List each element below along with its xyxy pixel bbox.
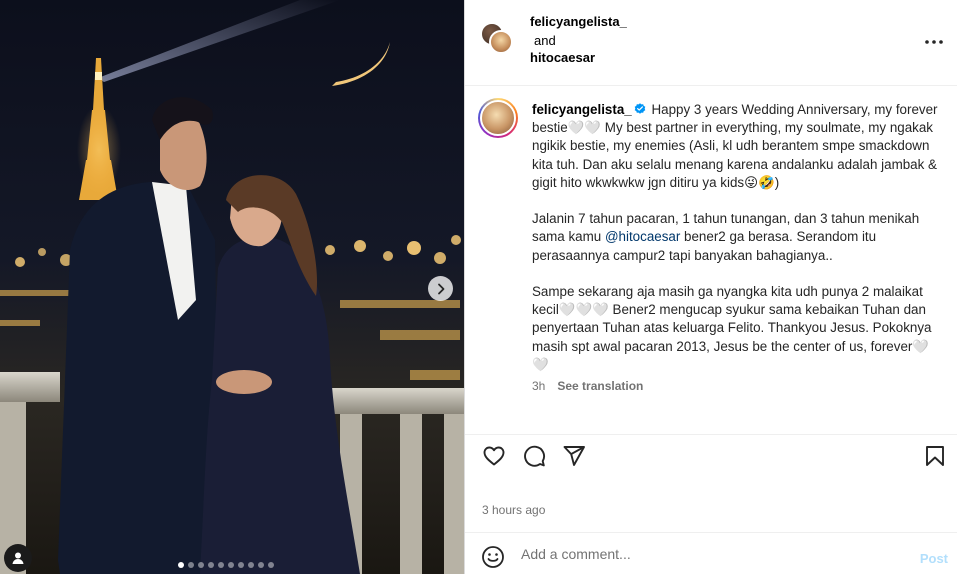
caption-text: felicyangelista_ Happy 3 years Wedding A… [532,101,942,374]
caption-meta: 3h See translation [532,379,643,393]
send-icon [563,446,585,466]
caption-area: felicyangelista_ Happy 3 years Wedding A… [465,87,957,433]
like-button[interactable] [481,443,507,469]
post-comment-button[interactable]: Post [920,551,948,566]
post-side-panel: felicyangelista_ and hitocaesar felicyan… [464,0,957,574]
carousel-dot [268,562,274,568]
more-horizontal-icon [925,40,943,44]
carousel-dot [238,562,244,568]
verified-badge-icon [634,103,646,114]
comment-icon [524,445,545,467]
comment-bar: Post [465,532,957,574]
heart-icon [483,446,505,466]
emoji-button[interactable] [481,545,505,569]
carousel-dot [228,562,234,568]
header-username-1[interactable]: felicyangelista_ [530,14,627,29]
carousel-dot [178,562,184,568]
save-button[interactable] [922,443,948,469]
avatar[interactable] [489,30,513,54]
user-tag-icon [12,552,24,564]
carousel-dot [208,562,214,568]
more-options-button[interactable] [922,30,946,54]
chevron-right-icon [437,283,444,294]
header-username-2[interactable]: hitocaesar [530,50,595,65]
action-bar [465,434,957,474]
header-and-text: and [534,33,556,48]
avatar[interactable] [478,98,518,138]
carousel-dot [198,562,204,568]
carousel-dot [248,562,254,568]
bookmark-icon [926,446,944,466]
emoji-icon [482,546,504,568]
mention-link[interactable]: @hitocaesar [605,229,680,244]
carousel-dots [178,562,274,568]
post-timestamp[interactable]: 3 hours ago [482,503,545,517]
carousel-dot [258,562,264,568]
photo-scene [0,0,464,574]
caption-username[interactable]: felicyangelista_ [532,102,632,117]
caption-age[interactable]: 3h [532,379,545,393]
carousel-dot [188,562,194,568]
comment-button[interactable] [521,443,547,469]
carousel-next-button[interactable] [428,276,453,301]
comment-input[interactable] [521,543,881,565]
carousel-dot [218,562,224,568]
see-translation-link[interactable]: See translation [557,379,643,393]
caption-paragraph-3: Sampe sekarang aja masih ga nyangka kita… [532,284,936,372]
post-header: felicyangelista_ and hitocaesar [465,0,957,86]
tagged-users-button[interactable] [4,544,32,572]
share-button[interactable] [561,443,587,469]
post-photo[interactable] [0,0,464,574]
